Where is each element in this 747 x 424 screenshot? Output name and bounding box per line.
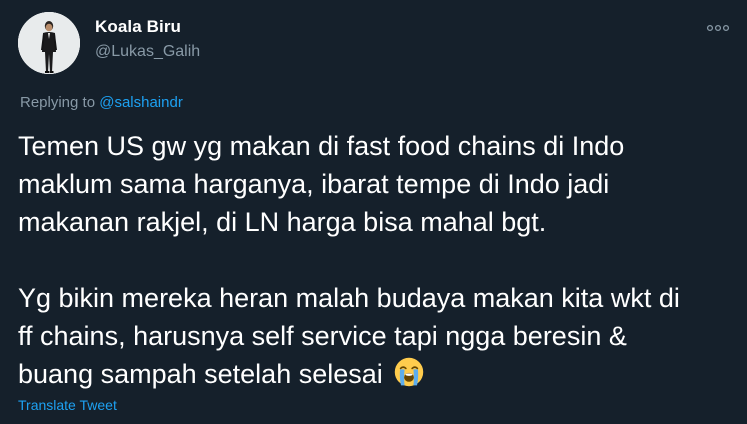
- more-options-button[interactable]: [705, 20, 731, 36]
- tweet-card: Koala Biru @Lukas_Galih Replying to @sal…: [0, 0, 747, 424]
- ellipsis-icon: [706, 24, 730, 32]
- reply-mention-link[interactable]: @salshaindr: [99, 94, 183, 111]
- author-display-name[interactable]: Koala Biru: [95, 17, 181, 37]
- tweet-line-with-emoji: buang sampah setelah selesai: [18, 355, 733, 393]
- person-in-suit-avatar-icon: [18, 12, 80, 74]
- loudly-crying-face-icon: [395, 357, 424, 387]
- replying-to: Replying to @salshaindr: [20, 94, 183, 111]
- tweet-line: maklum sama harganya, ibarat tempe di In…: [18, 169, 610, 199]
- avatar[interactable]: [18, 12, 80, 74]
- tweet-line: Temen US gw yg makan di fast food chains…: [18, 131, 625, 161]
- replying-to-label: Replying to: [20, 94, 100, 111]
- tweet-text: Temen US gw yg makan di fast food chains…: [18, 127, 733, 393]
- tweet-line: ff chains, harusnya self service tapi ng…: [18, 321, 627, 351]
- tweet-line: buang sampah setelah selesai: [18, 359, 383, 389]
- author-handle[interactable]: @Lukas_Galih: [95, 43, 200, 61]
- tweet-line: Yg bikin mereka heran malah budaya makan…: [18, 283, 680, 313]
- translate-tweet-link[interactable]: Translate Tweet: [18, 397, 117, 413]
- tweet-line: makanan rakjel, di LN harga bisa mahal b…: [18, 207, 547, 237]
